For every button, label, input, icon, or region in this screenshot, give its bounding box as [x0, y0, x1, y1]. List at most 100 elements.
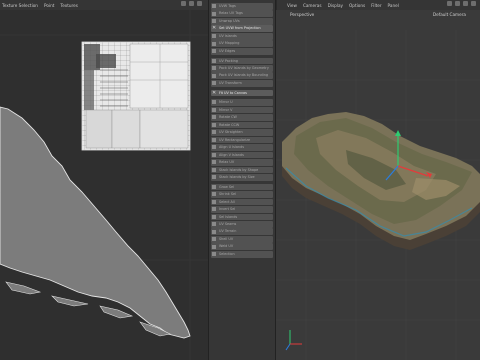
- tool-button[interactable]: UV Mapping: [211, 40, 273, 48]
- viewport-scene: [276, 30, 480, 360]
- tool-button[interactable]: UV Transform: [211, 79, 273, 87]
- menu-item-options[interactable]: Options: [349, 3, 365, 8]
- tool-label: UV Edges: [219, 48, 236, 53]
- tool-icon: [212, 130, 216, 135]
- menu-item-display[interactable]: Display: [328, 3, 343, 8]
- tool-button[interactable]: UV Rectangularize: [211, 136, 273, 144]
- tool-button[interactable]: Relax UV Tags: [211, 10, 273, 18]
- tool-label: Weld UV: [219, 244, 234, 249]
- tool-icon: [212, 192, 216, 197]
- uv-island-sliver-1[interactable]: [5, 281, 42, 295]
- lock-icon[interactable]: [197, 1, 202, 6]
- tool-button[interactable]: UV Edges: [211, 47, 273, 55]
- tool-button[interactable]: Sel Islands: [211, 213, 273, 221]
- maximize-icon[interactable]: [471, 1, 476, 6]
- tool-button[interactable]: Shell UV: [211, 235, 273, 243]
- tool-icon: [212, 145, 216, 150]
- tool-icon: [212, 58, 216, 63]
- tool-label: Stack Islands by Shape: [219, 167, 259, 172]
- tool-icon: [212, 252, 216, 257]
- menu-item-filter[interactable]: Filter: [371, 3, 381, 8]
- tool-icon: [212, 122, 216, 127]
- rotate-icon[interactable]: [463, 1, 468, 6]
- tool-button[interactable]: UV Packing: [211, 57, 273, 65]
- tool-label: UV Straighten: [219, 130, 243, 135]
- tool-button[interactable]: Unwrap UVs: [211, 17, 273, 25]
- tool-button[interactable]: Invert Sel: [211, 206, 273, 213]
- tool-icon: [212, 237, 216, 242]
- tool-button[interactable]: Align V Islands: [211, 151, 273, 159]
- tool-button[interactable]: Align U Islands: [211, 144, 273, 151]
- terrain-mesh[interactable]: [282, 112, 480, 250]
- tool-button[interactable]: Selection: [211, 250, 273, 258]
- tool-button[interactable]: UV Islands: [211, 32, 273, 40]
- tool-button[interactable]: Mirror U: [211, 99, 273, 106]
- tool-icon: [212, 175, 216, 180]
- tool-button[interactable]: Rotate CCW: [211, 121, 273, 129]
- tool-button[interactable]: Pack UV Islands by Bounding: [211, 72, 273, 80]
- tool-icon: [212, 184, 216, 189]
- menu-item-point[interactable]: Point: [44, 3, 54, 8]
- tool-button[interactable]: Stack Islands by Shape: [211, 166, 273, 174]
- tool-icon: [212, 160, 216, 165]
- menu-item-cameras[interactable]: Cameras: [303, 3, 322, 8]
- tool-button[interactable]: Relax UV: [211, 159, 273, 166]
- layout-icon[interactable]: [189, 1, 194, 6]
- zoom-icon[interactable]: [455, 1, 460, 6]
- tool-label: Selection: [219, 251, 235, 256]
- menu-item-panel[interactable]: Panel: [388, 3, 399, 8]
- perspective-viewport[interactable]: Perspective Default Camera: [276, 10, 480, 360]
- uv-packed-preview: [81, 41, 191, 151]
- tool-label: UV Mapping: [219, 41, 240, 46]
- tool-button[interactable]: UV Terrain: [211, 228, 273, 236]
- uv-editor-menubar: Texture Selection Point Textures: [0, 0, 208, 10]
- tool-icon: [212, 222, 216, 227]
- tool-button[interactable]: UV Straighten: [211, 129, 273, 136]
- tool-button[interactable]: Grow Sel: [211, 183, 273, 191]
- tool-button[interactable]: Shrink Sel: [211, 191, 273, 198]
- menu-item-view[interactable]: View: [287, 3, 297, 8]
- tool-button[interactable]: ✕ Set UVW from Projection: [211, 25, 273, 33]
- tool-label: Sel Islands: [219, 214, 238, 219]
- tool-label: Pack UV Islands by Geometry: [219, 65, 269, 70]
- tool-button[interactable]: Weld UV: [211, 243, 273, 251]
- tool-label: Fit UV to Canvas: [219, 90, 247, 95]
- tool-icon: [212, 66, 216, 71]
- tool-label: Select All: [219, 199, 235, 204]
- tool-icon: [212, 207, 216, 212]
- tool-button[interactable]: Stack Islands by Size: [211, 173, 273, 181]
- tool-icon: [212, 167, 216, 172]
- tool-label: Mirror V: [219, 107, 233, 112]
- tool-icon: [212, 81, 216, 86]
- uv-island-sliver-3[interactable]: [99, 305, 134, 319]
- tool-button[interactable]: UV Seams: [211, 221, 273, 228]
- tool-label: Shell UV: [219, 236, 234, 241]
- tool-button[interactable]: ✕ Fit UV to Canvas: [211, 89, 273, 97]
- uv-island-sliver-2[interactable]: [51, 295, 89, 307]
- tool-button[interactable]: Pack UV Islands by Geometry: [211, 64, 273, 72]
- move-icon[interactable]: [447, 1, 452, 6]
- axis-indicator-icon: [285, 330, 302, 351]
- tool-label: Relax UV Tags: [219, 11, 243, 16]
- tool-button[interactable]: UVW Tags: [211, 3, 273, 10]
- tool-label: Grow Sel: [219, 184, 235, 189]
- tool-icon: [212, 107, 216, 112]
- menu-item-texture-selection[interactable]: Texture Selection: [2, 3, 38, 8]
- tool-label: UV Seams: [219, 222, 237, 226]
- tool-label: Set UVW from Projection: [219, 26, 261, 31]
- tool-icon: [212, 73, 216, 78]
- settings-icon[interactable]: [181, 1, 186, 6]
- uv-editor-canvas[interactable]: [0, 10, 208, 360]
- tool-label: Rotate CCW: [219, 122, 240, 127]
- tool-button[interactable]: Rotate CW: [211, 114, 273, 121]
- tool-button[interactable]: Select All: [211, 198, 273, 206]
- tool-label: Relax UV: [219, 160, 235, 165]
- tool-icon: [212, 41, 216, 46]
- tool-button[interactable]: Mirror V: [211, 106, 273, 114]
- uv-tools-panel: UVW Tags Relax UV Tags Unwrap UVs ✕ Set UVW …: [208, 0, 276, 360]
- tool-label: Rotate CW: [219, 115, 237, 120]
- menu-item-textures[interactable]: Textures: [60, 3, 78, 8]
- tool-label: UVW Tags: [219, 4, 236, 8]
- tool-icon: [212, 115, 216, 120]
- tool-icon: [212, 11, 216, 16]
